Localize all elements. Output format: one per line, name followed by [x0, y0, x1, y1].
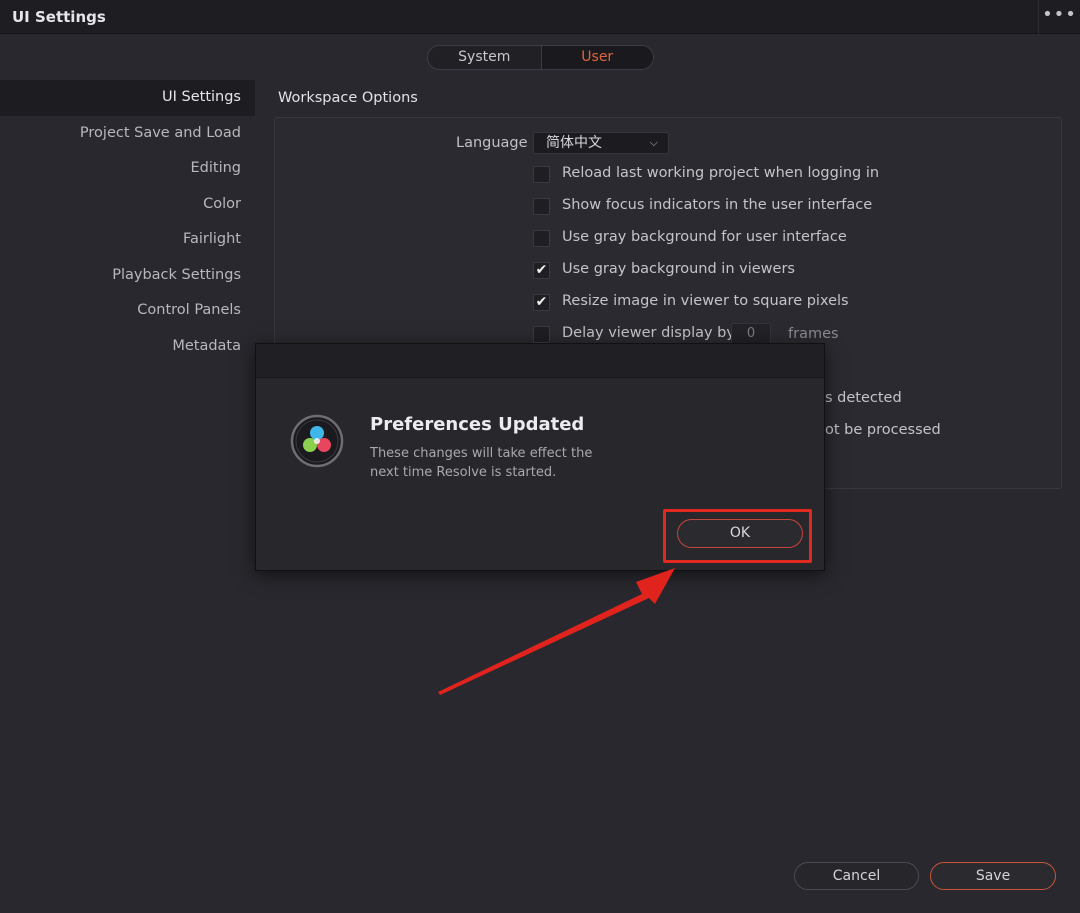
- dialog-title: Preferences Updated: [370, 414, 585, 435]
- sidebar-item-playback-settings[interactable]: Playback Settings: [0, 258, 255, 294]
- checkbox[interactable]: ✔: [533, 294, 550, 311]
- checkbox[interactable]: ✔: [533, 262, 550, 279]
- sidebar-item-color[interactable]: Color: [0, 187, 255, 223]
- checkmark-icon: ✔: [535, 262, 548, 278]
- option-label: Use gray background in viewers: [562, 261, 795, 277]
- arrow-annotation-icon: [438, 568, 675, 695]
- option-label: Show focus indicators in the user interf…: [562, 197, 873, 213]
- tab-system[interactable]: System: [428, 46, 541, 69]
- tab-user[interactable]: User: [540, 46, 653, 69]
- option-label: Reload last working project when logging…: [562, 165, 880, 181]
- section-title: Workspace Options: [278, 90, 418, 106]
- resolve-logo-icon: [290, 414, 344, 468]
- sidebar-item-fairlight[interactable]: Fairlight: [0, 222, 255, 258]
- sidebar-item-metadata[interactable]: Metadata: [0, 329, 255, 365]
- option-label: Use gray background for user interface: [562, 229, 847, 245]
- more-options-button[interactable]: •••: [1038, 0, 1080, 34]
- language-select[interactable]: 简体中文 ⌵: [533, 132, 669, 154]
- sidebar-item-project-save-and-load[interactable]: Project Save and Load: [0, 116, 255, 152]
- cancel-button[interactable]: Cancel: [794, 862, 919, 890]
- window-title: UI Settings: [12, 8, 106, 26]
- checkbox[interactable]: [533, 230, 550, 247]
- sidebar-item-ui-settings[interactable]: UI Settings: [0, 80, 255, 116]
- settings-tab-switch: System User: [427, 45, 654, 70]
- option-label: Resize image in viewer to square pixels: [562, 293, 849, 309]
- dialog-header: [256, 344, 824, 378]
- settings-window: UI Settings ••• System User UI Settings …: [0, 0, 1080, 913]
- dialog-message: These changes will take effect the next …: [370, 446, 593, 480]
- save-button[interactable]: Save: [930, 862, 1056, 890]
- checkmark-icon: ✔: [535, 294, 548, 310]
- checkbox[interactable]: [533, 166, 550, 183]
- checkbox[interactable]: [533, 326, 550, 343]
- frames-label: frames: [788, 326, 839, 342]
- sidebar-item-editing[interactable]: Editing: [0, 151, 255, 187]
- delay-frames-input[interactable]: 0: [731, 323, 771, 345]
- partial-option-text: ot be processed: [825, 422, 941, 438]
- language-value: 简体中文: [546, 135, 602, 151]
- highlight-annotation: [663, 509, 812, 563]
- sidebar-item-control-panels[interactable]: Control Panels: [0, 293, 255, 329]
- settings-sidebar: UI Settings Project Save and Load Editin…: [0, 80, 255, 364]
- chevron-down-icon: ⌵: [649, 136, 658, 149]
- partial-option-text: s detected: [825, 390, 902, 406]
- option-label: Delay viewer display by: [562, 325, 735, 341]
- checkbox[interactable]: [533, 198, 550, 215]
- title-bar: UI Settings •••: [0, 0, 1080, 34]
- language-label: Language: [456, 135, 528, 151]
